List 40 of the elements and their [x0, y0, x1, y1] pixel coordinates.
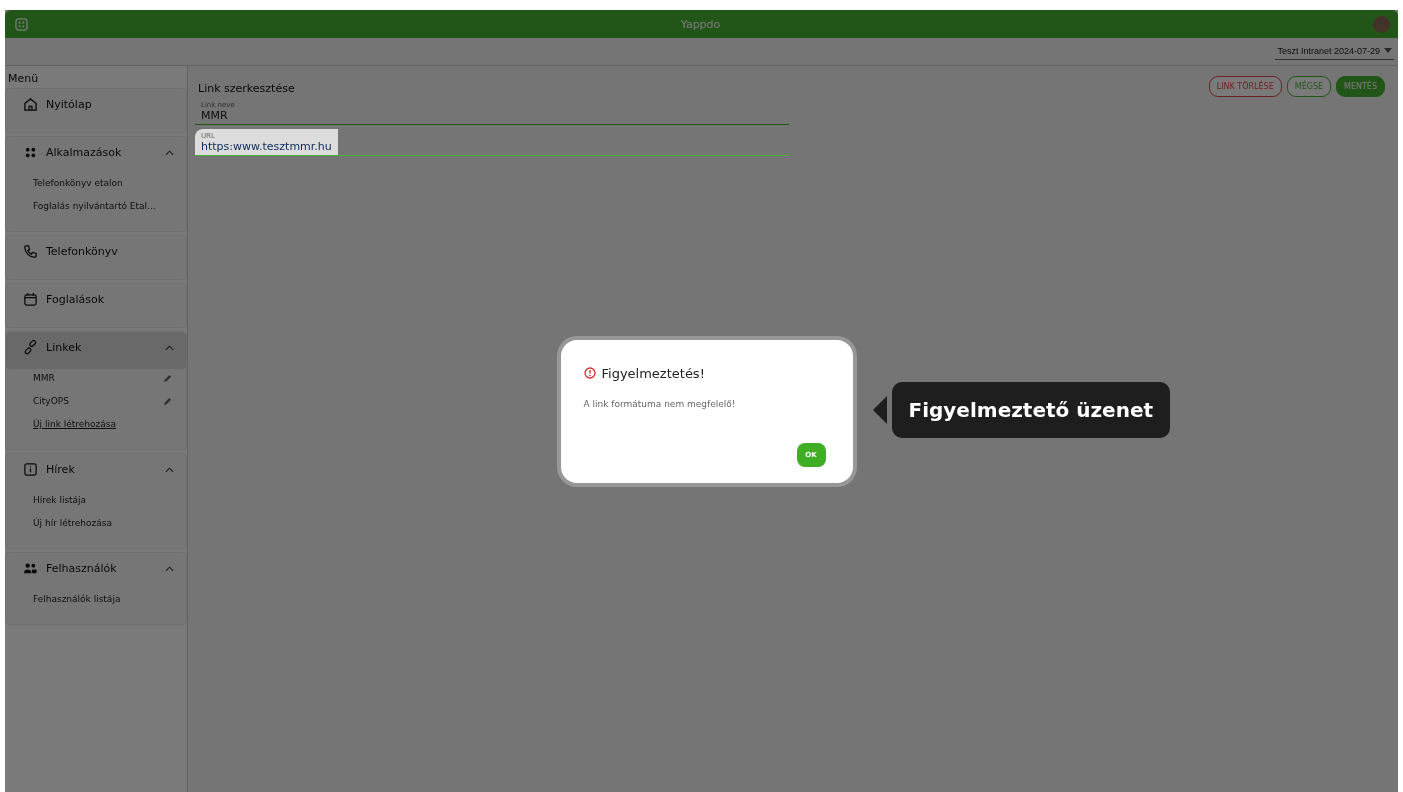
chevron-icon[interactable] — [165, 565, 174, 572]
callout-label: Figyelmeztető üzenet — [891, 381, 1171, 438]
menu-title: Menü — [7, 71, 40, 85]
link-icon — [23, 340, 38, 355]
menu-item[interactable]: Foglalások — [6, 284, 186, 321]
info-icon — [23, 462, 38, 477]
submenu-link[interactable]: CityOPS — [33, 396, 69, 406]
caret-icon — [1384, 48, 1392, 53]
phone-icon — [23, 244, 38, 259]
submenu-link[interactable]: Új hír létrehozása — [33, 518, 112, 528]
pencil-icon[interactable] — [163, 373, 172, 383]
menu-item[interactable]: Telefonkönyv — [6, 236, 186, 273]
warning-icon — [583, 367, 596, 379]
calendar-icon — [23, 292, 38, 307]
menu-item[interactable]: Hírek — [6, 454, 186, 491]
submenu-link[interactable]: Telefonkönyv etalon — [33, 178, 123, 188]
menu-item[interactable]: Alkalmazások — [6, 137, 186, 174]
callout-pointer-icon — [872, 395, 887, 424]
apps-grid-icon[interactable] — [15, 17, 28, 31]
chevron-icon[interactable] — [165, 149, 174, 156]
submenu-link[interactable]: Hírek listája — [33, 495, 87, 505]
menu-item[interactable]: Linkek — [6, 332, 186, 369]
submenu-link[interactable]: Felhasználók listája — [33, 594, 121, 604]
delete-button[interactable]: LINK TÖRLÉSE — [1208, 76, 1282, 97]
home-icon — [23, 97, 38, 112]
chevron-icon[interactable] — [165, 344, 174, 351]
workspace-select[interactable]: Teszt Intranet 2024-07-29 — [1275, 43, 1394, 60]
dots-grid-icon — [23, 145, 38, 160]
submenu-link[interactable]: MMR — [33, 373, 55, 383]
chevron-icon[interactable] — [165, 466, 174, 473]
dialog-title: Figyelmeztetés! — [601, 365, 705, 381]
pencil-icon[interactable] — [163, 396, 172, 406]
menu-item[interactable]: Felhasználók — [6, 553, 186, 590]
app-title: Yappdo — [679, 17, 722, 31]
menu-item[interactable]: Nyitólap — [6, 89, 186, 126]
submenu-link[interactable]: Foglalás nyilvántartó Etal... — [33, 201, 156, 211]
submenu-link[interactable]: Új link létrehozása — [33, 419, 116, 429]
dialog-message: A link formátuma nem megfelelő! — [583, 398, 737, 409]
users-icon — [23, 561, 38, 576]
form-title: Link szerkesztése — [198, 81, 295, 95]
